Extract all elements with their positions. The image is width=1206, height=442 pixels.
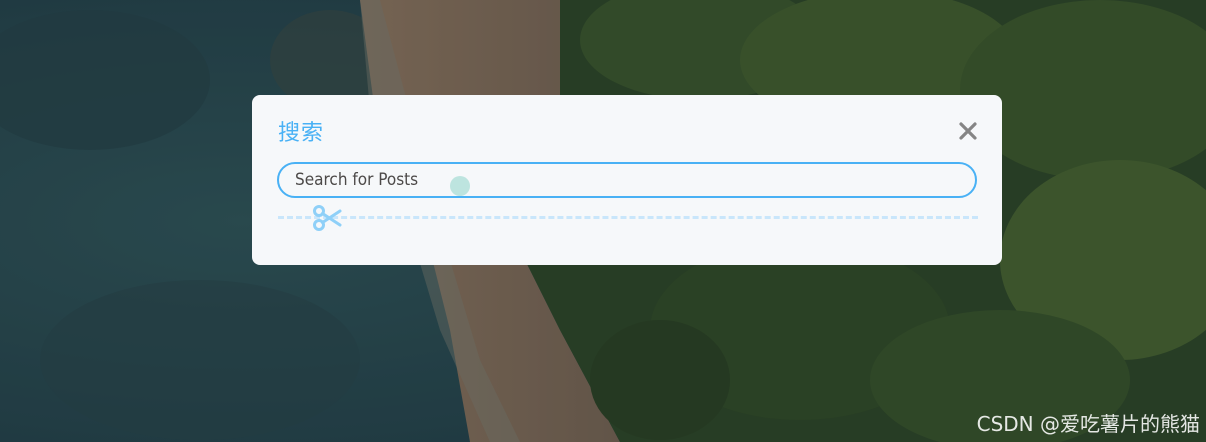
dialog-title: 搜索 xyxy=(278,121,325,146)
close-icon xyxy=(959,122,977,140)
watermark: CSDN @爱吃薯片的熊猫 xyxy=(976,412,1200,436)
search-input[interactable] xyxy=(277,162,977,198)
mouse-cursor-indicator xyxy=(450,176,470,196)
scissors-icon xyxy=(313,205,342,231)
dashed-divider xyxy=(278,216,978,219)
search-dialog: 搜索 xyxy=(252,95,1002,265)
close-button[interactable] xyxy=(956,119,980,143)
